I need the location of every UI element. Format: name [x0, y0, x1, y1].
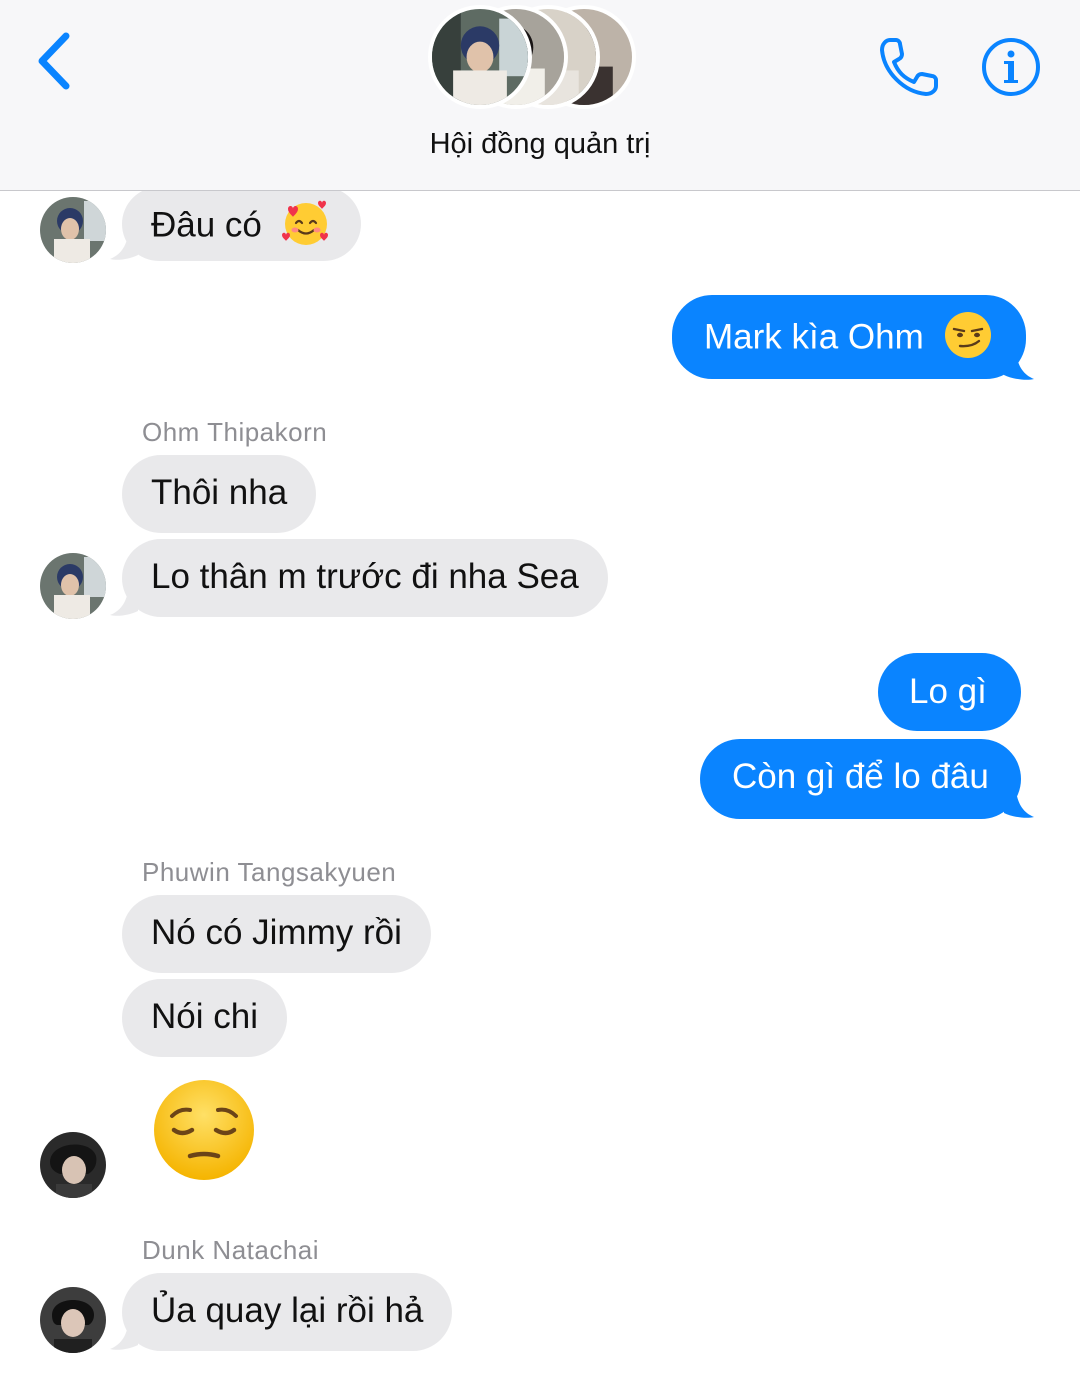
message-text: Ủa quay lại rồi hả: [151, 1291, 424, 1330]
avatar-ohm[interactable]: [40, 553, 106, 619]
message-text: Lo thân m trước đi nha Sea: [151, 557, 579, 596]
avatar-ohm[interactable]: [40, 197, 106, 263]
call-button[interactable]: [876, 34, 942, 100]
smiling-face-with-hearts-emoji: [281, 200, 328, 245]
message-bubble[interactable]: Mark kìa Ohm: [672, 295, 1026, 379]
chevron-left-icon: [38, 32, 70, 90]
message-bubble[interactable]: Thôi nha: [122, 455, 317, 533]
phone-icon: [880, 38, 938, 96]
info-icon: [982, 38, 1040, 96]
message-text: Đâu có: [151, 205, 262, 245]
smirking-face-emoji: [944, 312, 991, 358]
message-bubble[interactable]: Nói chi: [122, 979, 287, 1057]
group-title[interactable]: Hội đồng quản trị: [0, 128, 1080, 161]
group-member-avatar: [428, 5, 532, 109]
chat-header: Hội đồng quản trị: [0, 0, 1080, 191]
message-text: Nói chi: [151, 997, 258, 1036]
message-text: Thôi nha: [151, 473, 288, 512]
back-button[interactable]: [30, 28, 80, 98]
message-bubble[interactable]: Lo thân m trước đi nha Sea: [122, 539, 608, 617]
avatar-dunk[interactable]: [40, 1287, 106, 1353]
message-text: Lo gì: [909, 672, 987, 711]
message-bubble[interactable]: Đâu có: [122, 191, 361, 261]
sender-name: Phuwin Tangsakyuen: [142, 857, 397, 887]
group-avatar-stack[interactable]: [424, 2, 664, 116]
message-bubble[interactable]: Ủa quay lại rồi hả: [122, 1273, 453, 1351]
message-text: Còn gì để lo đâu: [732, 757, 989, 796]
message-text: Mark kìa Ohm: [704, 317, 924, 357]
message-list: Đâu có Mark kìa Ohm Ohm Thipakorn Thôi n…: [0, 191, 1080, 1376]
sender-name: Dunk Natachai: [142, 1235, 320, 1265]
avatar-phuwin[interactable]: [40, 1132, 106, 1198]
sender-name: Ohm Thipakorn: [142, 417, 328, 447]
message-bubble[interactable]: Nó có Jimmy rồi: [122, 895, 431, 973]
pensive-face-emoji[interactable]: [150, 1076, 258, 1184]
info-button[interactable]: [980, 36, 1042, 98]
message-text: Nó có Jimmy rồi: [151, 913, 402, 952]
message-bubble[interactable]: Lo gì: [878, 653, 1021, 731]
message-bubble[interactable]: Còn gì để lo đâu: [700, 739, 1021, 819]
